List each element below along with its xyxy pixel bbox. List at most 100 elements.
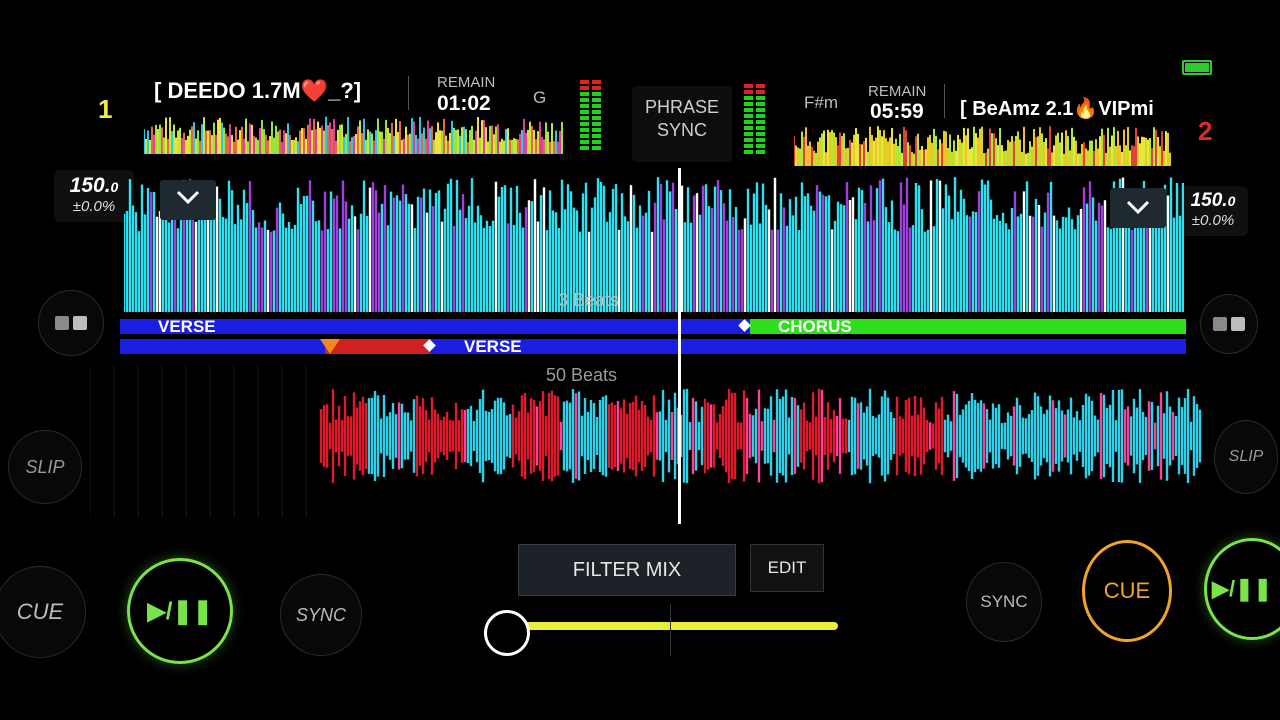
meter-segment [744,114,753,118]
edit-button[interactable]: EDIT [750,544,824,592]
meter-segment [592,104,601,108]
deck1-remain-label: REMAIN [437,74,496,91]
deck1-cue-button[interactable]: CUE [0,566,86,658]
deck-number-1: 1 [98,94,113,124]
meter-segment [756,108,765,112]
divider [944,84,945,118]
meter-segment [580,80,589,84]
deck1-bpm: 150. [69,174,111,197]
meter-segment [744,84,753,88]
filter-mix-button[interactable]: FILTER MIX [518,544,736,596]
loop-segment [325,339,430,354]
meter-segment [756,126,765,130]
meter-segment [744,138,753,142]
meter-segment [580,92,589,96]
slip-label: SLIP [1228,448,1264,465]
deck2-cue-button[interactable]: CUE [1082,540,1172,642]
crossfader-center-line [670,604,671,656]
meter-segment [580,86,589,90]
phrase-chorus-segment: CHORUS [750,317,1186,336]
meter-segment [592,116,601,120]
meter-segment [756,132,765,136]
deck2-main-waveform[interactable] [124,170,1184,312]
deck1-phrase-bar: VERSE [120,337,1186,356]
deck1-pitch: ±0.0% [72,198,116,215]
split-view-icon [55,316,87,330]
meter-segment [580,128,589,132]
meter-segment [756,120,765,124]
meter-segment [756,90,765,94]
deck2-phrase-bar: VERSE CHORUS [120,317,1186,336]
sync-label: SYNC [295,604,346,625]
deck1-beats-label: 50 Beats [546,365,618,385]
meter-segment [580,98,589,102]
deck2-level-meter [744,84,765,154]
playhead [678,168,681,524]
deck1-bpm-display[interactable]: 150.0 ±0.0% [54,170,134,222]
deck2-key: F#m [804,93,838,112]
meter-segment [744,108,753,112]
meter-segment [592,86,601,90]
split-view-icon [1213,317,1245,331]
battery-icon [1182,60,1212,75]
deck-number-2: 2 [1198,116,1213,146]
deck1-play-pause-button[interactable]: ▶/❚❚ [127,558,233,664]
deck2-collapse-button-right[interactable] [1110,188,1166,228]
chevron-down-icon [176,190,200,205]
chevron-down-icon [1126,200,1150,215]
deck2-play-pause-button[interactable]: ▶/❚❚ [1204,538,1280,640]
deck2-view-toggle-right[interactable] [1200,294,1258,354]
meter-segment [744,132,753,136]
meter-segment [744,96,753,100]
deck1-overview-waveform[interactable] [144,112,564,154]
deck2-remain-time: 05:59 [870,100,924,123]
play-pause-icon: ▶/❚❚ [1212,576,1272,601]
divider [408,76,409,110]
meter-segment [580,122,589,126]
deck2-beats-label: 3 Beats [558,290,620,310]
deck2-bpm-display[interactable]: 150.0 ±0.0% [1178,186,1248,236]
phrase-verse-label: VERSE [464,337,522,356]
crossfader-handle[interactable] [484,610,530,656]
meter-segment [756,144,765,148]
deck2-overview-waveform[interactable] [794,124,1172,166]
deck1-slip-button[interactable]: SLIP [8,430,82,504]
deck2-bpm-decimal: 0 [1227,193,1236,209]
meter-segment [592,146,601,150]
meter-segment [592,98,601,102]
meter-segment [580,104,589,108]
deck1-key: G [533,88,547,107]
phrase-sync-line1: PHRASE [644,97,720,117]
meter-segment [580,134,589,138]
cue-label: CUE [16,599,64,624]
deck2-slip-button[interactable]: SLIP [1214,420,1278,494]
phrase-marker [738,319,751,332]
meter-segment [756,114,765,118]
crossfader-track[interactable] [506,622,838,630]
deck1-main-waveform[interactable] [90,356,1202,524]
meter-segment [744,126,753,130]
meter-segment [756,150,765,154]
deck1-sync-button[interactable]: SYNC [280,574,362,656]
deck2-sync-button[interactable]: SYNC [966,562,1042,642]
meter-segment [756,96,765,100]
phrase-sync-button[interactable]: PHRASE SYNC [632,86,732,162]
meter-segment [592,128,601,132]
meter-segment [580,140,589,144]
meter-segment [744,120,753,124]
meter-segment [756,138,765,142]
meter-segment [744,90,753,94]
meter-segment [592,134,601,138]
deck2-view-toggle-left[interactable] [38,290,104,356]
meter-segment [592,140,601,144]
sync-label: SYNC [980,592,1028,611]
deck1-bpm-decimal: 0 [110,179,119,195]
loop-in-marker [320,339,340,354]
deck2-bpm: 150. [1190,190,1228,211]
deck2-collapse-button[interactable] [160,180,216,220]
deck2-track-title[interactable]: [ BeAmz 2.1🔥VIPmi [960,96,1166,121]
phrase-chorus-label: CHORUS [778,317,852,336]
filter-mix-label: FILTER MIX [572,558,682,581]
deck1-track-title[interactable]: [ DEEDO 1.7M❤️_?] [154,78,394,104]
meter-segment [756,84,765,88]
